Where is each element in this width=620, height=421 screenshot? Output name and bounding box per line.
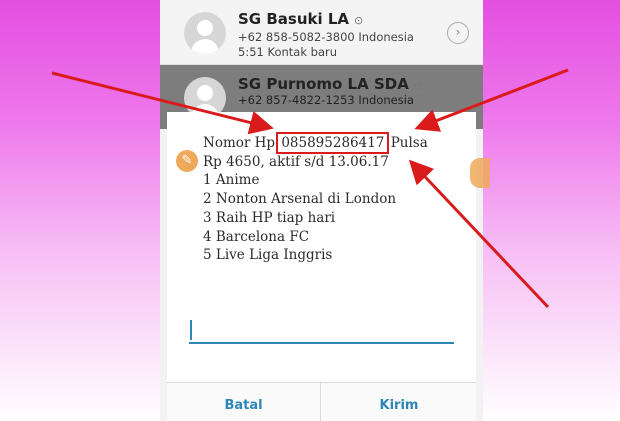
message-text: Rp 4650, aktif s/d 13.06.17 <box>203 153 389 170</box>
menu-option: 3 Raih HP tiap hari <box>203 209 336 226</box>
paintbrush-icon: ✎ <box>176 150 198 172</box>
contact-status: 5:51 Kontak baru <box>238 45 338 59</box>
reply-input[interactable] <box>189 316 454 344</box>
floating-bubble[interactable] <box>470 158 490 188</box>
contact-row[interactable]: SG Basuki LA ⊙ +62 858-5082-3800 Indonesi… <box>160 0 483 65</box>
send-button[interactable]: Kirim <box>322 383 476 421</box>
sim-indicator-icon: ⊙ <box>354 14 364 27</box>
message-text: Pulsa <box>390 135 428 151</box>
contact-number: +62 857-4822-1253 Indonesia <box>238 93 414 107</box>
sim-indicator-icon: ⊙ <box>413 79 424 92</box>
contact-name: SG Basuki LA <box>238 10 350 28</box>
dialog-actions: Batal Kirim <box>167 382 476 421</box>
ussd-dialog: ✎ Nomor Hp 085895286417 Pulsa Rp 4650, a… <box>167 112 476 421</box>
cancel-button[interactable]: Batal <box>167 383 321 421</box>
text-cursor <box>190 320 192 340</box>
menu-option: 2 Nonton Arsenal di London <box>203 191 397 208</box>
avatar <box>184 12 226 54</box>
contact-name: SG Purnomo LA SDA <box>238 75 409 93</box>
phone-screen: SG Basuki LA ⊙ +62 858-5082-3800 Indonesi… <box>160 0 483 421</box>
menu-option: 5 Live Liga Inggris <box>203 247 333 264</box>
phone-number-highlight: 085895286417 <box>276 132 390 154</box>
contact-number: +62 858-5082-3800 Indonesia <box>238 30 414 44</box>
chevron-right-icon[interactable]: › <box>447 22 469 44</box>
menu-option: 4 Barcelona FC <box>203 228 310 245</box>
menu-option: 1 Anime <box>203 172 260 189</box>
message-text: Nomor Hp <box>203 135 276 151</box>
dialog-message: Nomor Hp 085895286417 Pulsa Rp 4650, akt… <box>203 132 463 265</box>
